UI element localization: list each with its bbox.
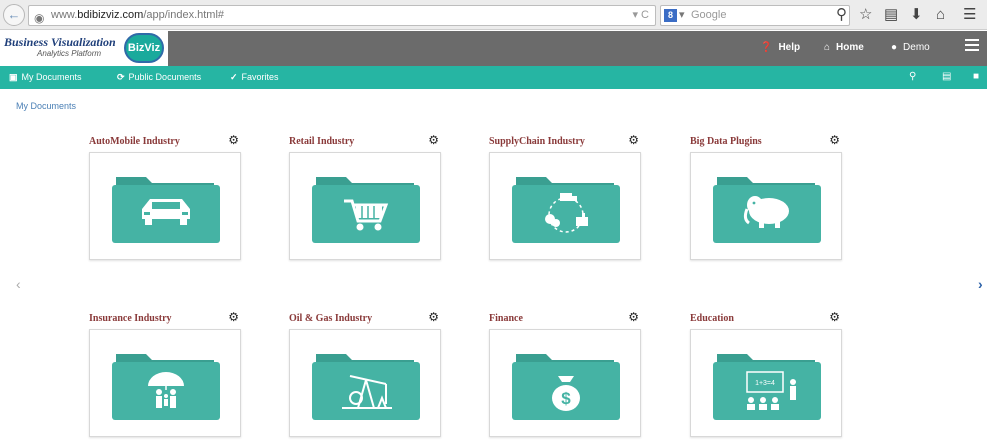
search-input[interactable]: 8 ▾ Google: [660, 5, 850, 26]
blackboard-text: 1+3=4: [755, 380, 775, 387]
folder-title: Insurance Industry: [89, 313, 172, 324]
folder-thumbnail[interactable]: [289, 329, 441, 437]
document-icon: ▣: [9, 72, 18, 82]
folder-title: Big Data Plugins: [690, 136, 762, 147]
folder-icon: [713, 177, 821, 243]
help-label: Help: [778, 42, 801, 53]
home-label: Home: [836, 42, 864, 53]
folder-title: Retail Industry: [289, 136, 355, 147]
folder-icon: [512, 177, 620, 243]
dollar-sign: $: [561, 389, 571, 408]
globe-icon: ◉: [34, 11, 45, 25]
tab-public-documents-label: Public Documents: [128, 72, 202, 82]
search-icon[interactable]: ⚲: [836, 6, 847, 24]
folder-thumbnail[interactable]: [489, 152, 641, 260]
url-bar[interactable]: ◉ www.bdibizviz.com/app/index.html# ▾ C: [28, 5, 656, 26]
brand-logo[interactable]: Business Visualization Analytics Platfor…: [0, 31, 168, 66]
gear-icon[interactable]: ⚙: [628, 133, 639, 147]
user-icon: ●: [891, 42, 898, 53]
folder-thumbnail[interactable]: [289, 152, 441, 260]
folder-title: Oil & Gas Industry: [289, 313, 373, 324]
brand-title: Business Visualization: [4, 35, 116, 49]
gear-icon[interactable]: ⚙: [228, 310, 239, 324]
gear-icon[interactable]: ⚙: [628, 310, 639, 324]
tab-favorites[interactable]: ✓ Favorites: [230, 72, 279, 83]
tab-my-documents[interactable]: ▣ My Documents: [9, 72, 82, 83]
app-header: Business Visualization Analytics Platfor…: [0, 31, 987, 66]
back-icon[interactable]: ←: [3, 4, 25, 26]
folder-title: Education: [690, 313, 734, 324]
carousel-next-icon[interactable]: ›: [978, 276, 983, 292]
folder-icon: [312, 177, 420, 243]
home-icon: ⌂: [824, 42, 831, 53]
grid-view-icon[interactable]: ■: [973, 71, 979, 82]
url-path: /app/index.html#: [143, 9, 225, 21]
gear-icon[interactable]: ⚙: [829, 310, 840, 324]
gear-icon[interactable]: ⚙: [428, 133, 439, 147]
folder-title: AutoMobile Industry: [89, 136, 180, 147]
gear-icon[interactable]: ⚙: [428, 310, 439, 324]
search-placeholder: Google: [691, 9, 727, 21]
bookmark-star-icon[interactable]: ☆: [859, 6, 872, 24]
help-icon: ❓: [760, 42, 773, 53]
home-link[interactable]: ⌂ Home: [824, 42, 864, 53]
breadcrumb[interactable]: My Documents: [16, 101, 76, 111]
reload-icon[interactable]: ▾ C: [632, 6, 649, 25]
app-menu-icon[interactable]: [965, 39, 979, 54]
search-engine-dropdown-icon[interactable]: ▾: [679, 6, 685, 25]
folder-icon: [112, 177, 220, 243]
help-link[interactable]: ❓ Help: [760, 42, 800, 53]
folder-icon: 1+3=4: [713, 354, 821, 420]
menu-icon[interactable]: ☰: [963, 6, 976, 24]
folder-thumbnail[interactable]: [690, 152, 842, 260]
home-browser-icon[interactable]: ⌂: [936, 6, 945, 24]
user-label: Demo: [903, 42, 930, 53]
document-nav-bar: ▣ My Documents ⟳ Public Documents ✓ Favorit…: [0, 66, 987, 89]
folder-thumbnail[interactable]: 1+3=4: [690, 329, 842, 437]
favorites-icon: ✓: [230, 72, 238, 82]
folder-thumbnail[interactable]: $: [489, 329, 641, 437]
tab-public-documents[interactable]: ⟳ Public Documents: [117, 72, 201, 83]
folder-title: SupplyChain Industry: [489, 136, 585, 147]
list-view-icon[interactable]: ▤: [942, 71, 951, 82]
tab-my-documents-label: My Documents: [21, 72, 82, 82]
url-prefix: www.: [51, 9, 78, 21]
browser-toolbar: ← ◉ www.bdibizviz.com/app/index.html# ▾ …: [0, 0, 987, 30]
folder-icon: [112, 354, 220, 420]
folder-thumbnail[interactable]: [89, 329, 241, 437]
download-icon[interactable]: ⬇: [910, 6, 923, 24]
refresh-icon: ⟳: [117, 72, 125, 82]
search-engine-icon[interactable]: 8: [664, 9, 677, 22]
folder-icon: $: [512, 354, 620, 420]
bizviz-logo: BizViz: [124, 33, 164, 63]
folder-thumbnail[interactable]: [89, 152, 241, 260]
user-menu[interactable]: ● Demo: [891, 42, 930, 53]
tab-favorites-label: Favorites: [241, 72, 279, 82]
gear-icon[interactable]: ⚙: [228, 133, 239, 147]
folder-title: Finance: [489, 313, 523, 324]
folder-icon: [312, 354, 420, 420]
brand-subtitle: Analytics Platform: [37, 49, 102, 58]
carousel-prev-icon[interactable]: ‹: [16, 276, 21, 292]
gear-icon[interactable]: ⚙: [829, 133, 840, 147]
reading-list-icon[interactable]: ▤: [884, 6, 898, 24]
search-documents-icon[interactable]: ⚲: [909, 71, 916, 82]
url-domain: bdibizviz.com: [77, 9, 144, 21]
